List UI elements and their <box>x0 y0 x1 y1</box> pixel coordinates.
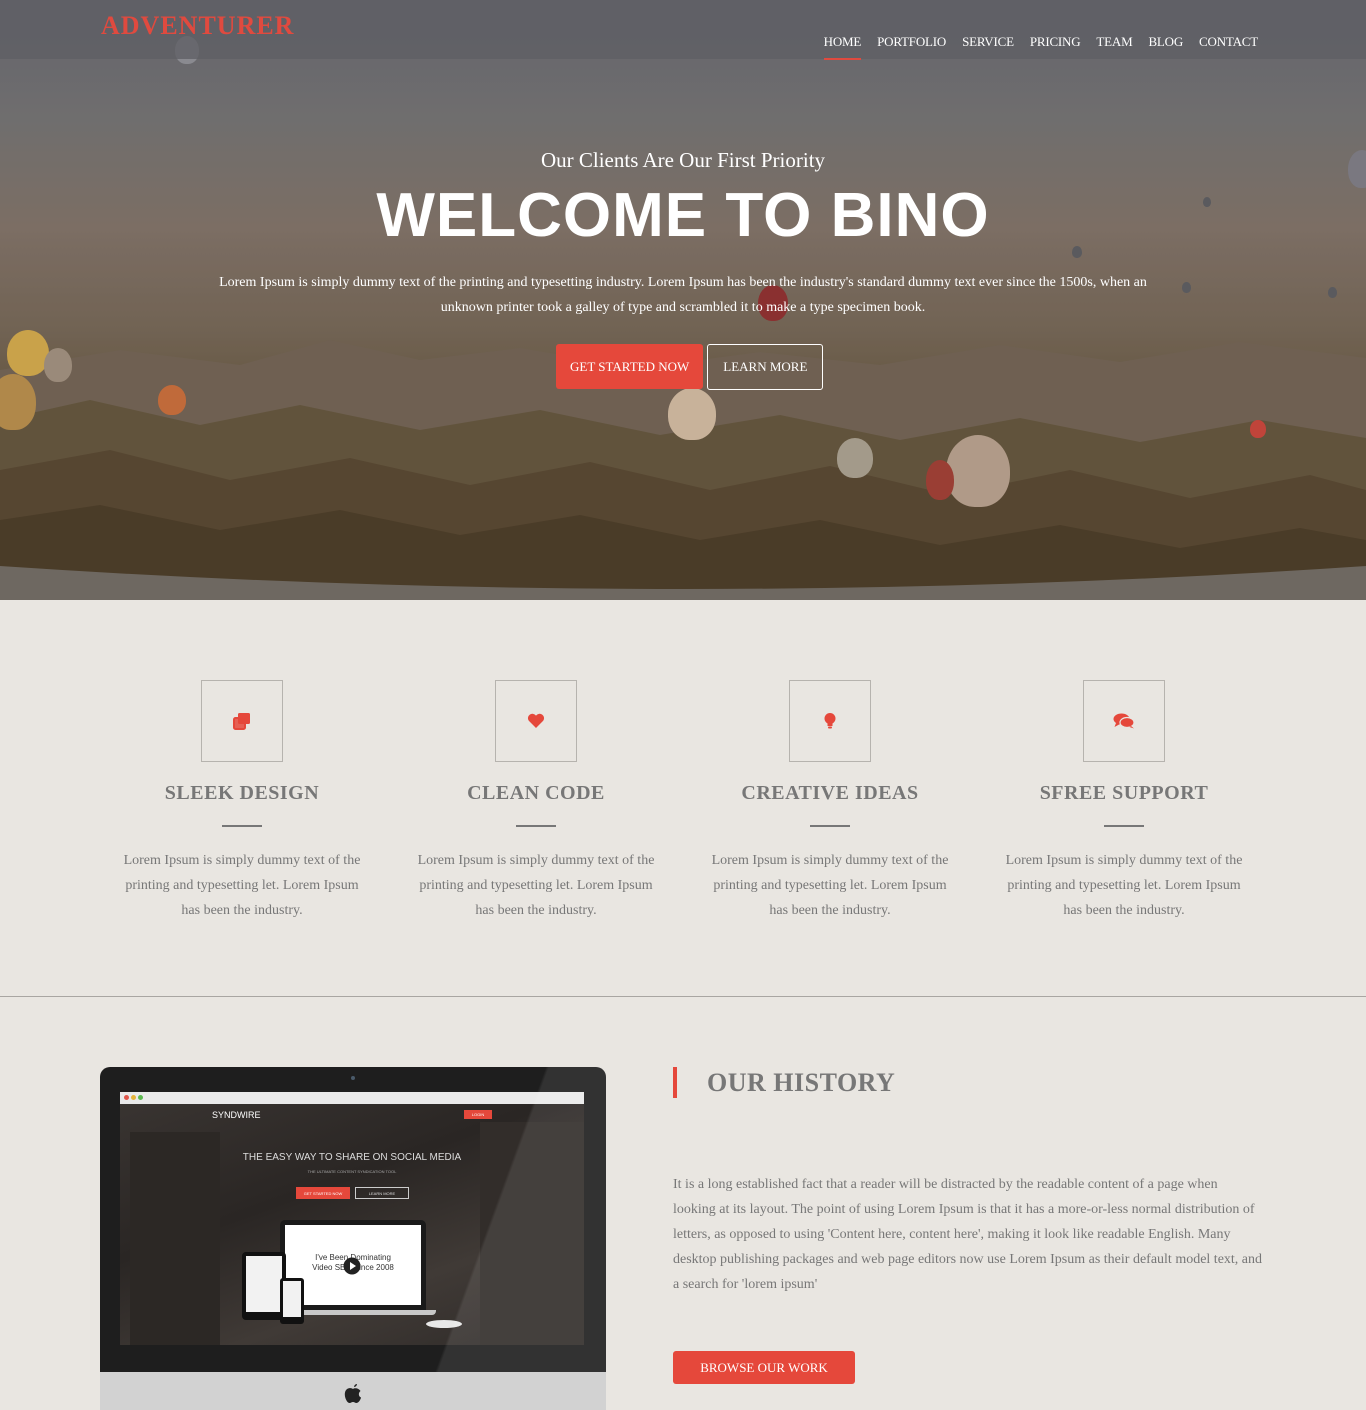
camera-dot <box>351 1076 355 1080</box>
nav-contact[interactable]: CONTACT <box>1199 34 1258 50</box>
screen-btn-1: GET STARTED NOW <box>296 1187 350 1199</box>
balloon-image <box>1328 287 1337 298</box>
lightbulb-icon <box>824 713 836 729</box>
nav-portfolio[interactable]: PORTFOLIO <box>877 34 946 50</box>
balloon-image <box>44 348 72 382</box>
feature-text: Lorem Ipsum is simply dummy text of the … <box>1005 853 1243 918</box>
balloon-image <box>837 438 873 478</box>
main-nav: HOME PORTFOLIO SERVICE PRICING TEAM BLOG… <box>823 34 1258 60</box>
feature-card: SLEEK DESIGN Lorem Ipsum is simply dummy… <box>95 680 389 923</box>
history-section: SYNDWIRE LOGIN THE EASY WAY TO SHARE ON … <box>0 998 1366 1410</box>
balloon-image <box>7 330 49 376</box>
hero-section: ADVENTURER HOME PORTFOLIO SERVICE PRICIN… <box>0 0 1366 600</box>
site-logo[interactable]: ADVENTURER <box>101 11 294 41</box>
feature-card: CLEAN CODE Lorem Ipsum is simply dummy t… <box>389 680 683 923</box>
feature-divider <box>222 825 262 827</box>
hero-description: Lorem Ipsum is simply dummy text of the … <box>219 275 1147 315</box>
feature-text: Lorem Ipsum is simply dummy text of the … <box>417 853 655 918</box>
balloon-image <box>158 385 186 415</box>
feature-title: SFREE SUPPORT <box>1039 782 1209 804</box>
balloon-image <box>946 435 1010 507</box>
nav-service[interactable]: SERVICE <box>962 34 1014 50</box>
feature-icon-box <box>1083 680 1165 762</box>
balloon-image <box>668 388 716 440</box>
monitor-chin <box>100 1372 606 1410</box>
hero-subtitle: Our Clients Are Our First Priority <box>540 148 826 172</box>
learn-more-button[interactable]: LEARN MORE <box>707 344 824 390</box>
balloon-image <box>926 460 954 500</box>
screen-btn-2: LEARN MORE <box>355 1187 409 1199</box>
hero-buttons: GET STARTED NOW LEARN MORE <box>556 344 824 390</box>
feature-divider <box>1104 825 1144 827</box>
navbar: ADVENTURER HOME PORTFOLIO SERVICE PRICIN… <box>0 0 1366 60</box>
browse-work-button[interactable]: BROWSE OUR WORK <box>673 1351 855 1384</box>
nav-home[interactable]: HOME <box>823 34 862 60</box>
hero-title: WELCOME TO BINO <box>376 181 990 250</box>
balloon-image <box>1182 282 1191 293</box>
feature-divider <box>810 825 850 827</box>
get-started-button[interactable]: GET STARTED NOW <box>556 344 704 389</box>
clone-icon <box>233 713 250 730</box>
feature-icon-box <box>789 680 871 762</box>
play-icon <box>343 1257 361 1275</box>
imac-mockup-image: SYNDWIRE LOGIN THE EASY WAY TO SHARE ON … <box>100 1067 606 1410</box>
features-section: SLEEK DESIGN Lorem Ipsum is simply dummy… <box>0 600 1366 997</box>
feature-icon-box <box>201 680 283 762</box>
history-heading: OUR HISTORY <box>673 1067 895 1098</box>
feature-title: SLEEK DESIGN <box>164 782 320 804</box>
history-text: It is a long established fact that a rea… <box>673 1177 1263 1292</box>
feature-card: SFREE SUPPORT Lorem Ipsum is simply dumm… <box>977 680 1271 923</box>
history-title: OUR HISTORY <box>707 1067 896 1097</box>
heart-icon <box>527 713 545 728</box>
apple-logo-icon <box>344 1384 361 1403</box>
nav-pricing[interactable]: PRICING <box>1030 34 1081 50</box>
feature-title: CLEAN CODE <box>467 782 605 804</box>
nav-team[interactable]: TEAM <box>1096 34 1132 50</box>
feature-title: CREATIVE IDEAS <box>741 782 919 804</box>
chat-icon <box>1113 713 1135 729</box>
nav-blog[interactable]: BLOG <box>1148 34 1183 50</box>
screen-brand: SYNDWIRE <box>212 1110 261 1120</box>
screen-phone <box>280 1278 304 1324</box>
feature-text: Lorem Ipsum is simply dummy text of the … <box>123 853 361 918</box>
feature-card: CREATIVE IDEAS Lorem Ipsum is simply dum… <box>683 680 977 923</box>
feature-icon-box <box>495 680 577 762</box>
balloon-image <box>1250 420 1266 438</box>
hero-bottom-curve <box>0 566 1366 600</box>
feature-divider <box>516 825 556 827</box>
feature-text: Lorem Ipsum is simply dummy text of the … <box>711 853 949 918</box>
